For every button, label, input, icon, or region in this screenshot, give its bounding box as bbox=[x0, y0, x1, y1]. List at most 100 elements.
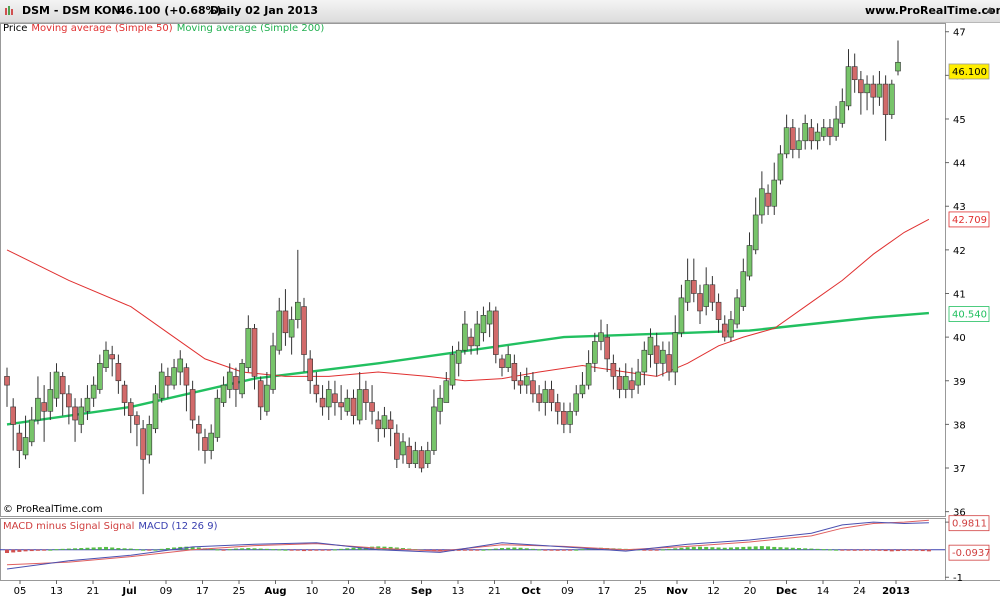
x-axis: 05 13 21 Jul 09 17 25 Aug 10 20 28 Sep 13 21 Oct 09 17 25… bbox=[14, 580, 910, 597]
candle-down bbox=[202, 437, 208, 451]
candle-up bbox=[889, 83, 895, 115]
macd-hist-bar bbox=[778, 547, 783, 550]
candle-down bbox=[629, 380, 635, 390]
macd-panel-plot bbox=[0, 519, 945, 570]
macd-hist-bar bbox=[840, 549, 845, 551]
macd-hist-bar bbox=[877, 549, 882, 551]
candle-down bbox=[313, 384, 320, 395]
macd-hist-bar bbox=[902, 549, 907, 551]
signal-path bbox=[6, 519, 929, 566]
macd-hist-bar bbox=[153, 549, 158, 551]
candle-up bbox=[239, 363, 245, 395]
x-tick-label: 13 bbox=[50, 586, 63, 597]
macd-hist-bar bbox=[141, 549, 146, 551]
candle-down bbox=[493, 310, 499, 355]
macd-hist-bar bbox=[5, 549, 9, 553]
macd-hist-bar bbox=[295, 549, 300, 551]
candle-down bbox=[790, 127, 796, 150]
macd-hist-bar bbox=[883, 549, 888, 552]
candle-down bbox=[517, 380, 524, 386]
macd-hist-bar bbox=[320, 549, 325, 551]
candle-down bbox=[307, 358, 313, 382]
candle-up bbox=[449, 354, 456, 386]
x-tick-label: Jul bbox=[121, 586, 136, 597]
macd-hist-bar bbox=[858, 549, 863, 551]
candle-up bbox=[47, 389, 54, 412]
x-tick-label: Nov bbox=[666, 586, 688, 597]
x-tick-label: 24 bbox=[853, 586, 866, 597]
candle-down bbox=[127, 402, 134, 416]
candle-up bbox=[759, 188, 765, 216]
candle-down bbox=[251, 328, 258, 377]
macd-hist-bar bbox=[512, 547, 517, 550]
macd-hist-bar bbox=[803, 548, 808, 550]
macd-hist-bar bbox=[345, 548, 350, 550]
candle-up bbox=[622, 376, 629, 390]
macd-hist-bar bbox=[85, 547, 90, 550]
candle-down bbox=[808, 127, 815, 142]
macd-hist-bar bbox=[834, 549, 839, 551]
candle-up bbox=[53, 371, 60, 399]
macd-hist-bar bbox=[351, 547, 356, 550]
candle-up bbox=[567, 410, 573, 425]
candle-down bbox=[59, 376, 66, 395]
macd-hist-bar bbox=[766, 546, 771, 550]
candle-up bbox=[672, 332, 679, 373]
candle-down bbox=[196, 424, 202, 434]
candle-up bbox=[734, 297, 740, 325]
macd-hist-bar bbox=[580, 549, 585, 551]
candle-up bbox=[400, 441, 406, 456]
candle-up bbox=[325, 389, 332, 408]
y-tick-label: 41 bbox=[953, 289, 966, 300]
candle-down bbox=[16, 432, 23, 451]
chart-canvas: 3637383940414243444546471-1 051321Jul091… bbox=[0, 23, 1000, 597]
x-tick-label: 17 bbox=[196, 586, 209, 597]
candle-up bbox=[703, 284, 709, 307]
macd-hist-bar bbox=[524, 548, 529, 550]
candle-up bbox=[585, 363, 592, 386]
macd-y-tick-label: -1 bbox=[953, 573, 963, 584]
candle-down bbox=[697, 293, 703, 312]
candle-down bbox=[134, 415, 140, 425]
candle-up bbox=[84, 397, 91, 412]
x-tick-label: 10 bbox=[306, 586, 319, 597]
macd-hist-bar bbox=[221, 549, 226, 551]
candle-down bbox=[4, 376, 10, 386]
macd-hist-bar bbox=[23, 549, 28, 552]
macd-hist-bar bbox=[116, 548, 121, 550]
macd-hist-bar bbox=[493, 548, 498, 550]
candle-down bbox=[536, 393, 542, 403]
candle-up bbox=[474, 323, 481, 347]
candle-up bbox=[796, 140, 802, 150]
candle-up bbox=[833, 118, 839, 137]
macd-hist-bar bbox=[865, 549, 870, 551]
macd-hist-bar bbox=[753, 546, 758, 550]
candle-up bbox=[245, 328, 252, 368]
macd-hist-bar bbox=[165, 548, 170, 550]
macd-hist-bar bbox=[462, 549, 467, 551]
y-tick-label: 47 bbox=[953, 28, 966, 39]
candle-up bbox=[777, 153, 784, 181]
macd-hist-bar bbox=[871, 549, 876, 551]
macd-hist-bar bbox=[648, 549, 653, 551]
candle-up bbox=[171, 367, 177, 386]
y-tick-label: 39 bbox=[953, 377, 966, 388]
candle-up bbox=[78, 406, 85, 425]
candle-up bbox=[678, 297, 685, 334]
macd-hist-bar bbox=[500, 548, 504, 550]
candle-down bbox=[468, 336, 474, 347]
candle-up bbox=[295, 301, 301, 320]
macd-hist-bar bbox=[48, 549, 53, 551]
macd-hist-bar bbox=[487, 549, 492, 551]
candle-up bbox=[746, 245, 753, 277]
candle-down bbox=[499, 358, 505, 368]
candle-up bbox=[264, 384, 270, 412]
macd-hist-bar bbox=[91, 547, 96, 550]
macd-hist-bar bbox=[66, 548, 71, 550]
macd-hist-bar bbox=[530, 548, 535, 550]
x-tick-label: 25 bbox=[233, 586, 246, 597]
candle-up bbox=[820, 127, 827, 137]
macd-hist-bar bbox=[908, 549, 913, 551]
macd-hist-bar bbox=[17, 549, 22, 552]
candle-down bbox=[257, 380, 264, 408]
